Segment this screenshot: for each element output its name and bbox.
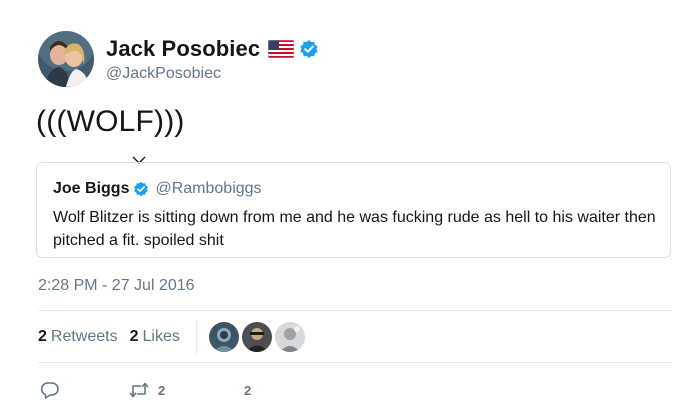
reply-icon <box>40 380 60 400</box>
likes-count: 2 <box>129 328 139 345</box>
author-handle[interactable]: @JackPosobiec <box>106 65 319 83</box>
like-count: 2 <box>244 382 252 398</box>
tweet-text-content: (((WOLF))) <box>36 105 185 138</box>
tweet-stats: 2 Retweets 2 Likes <box>38 320 308 354</box>
tweet-timestamp[interactable]: 2:28 PM - 27 Jul 2016 <box>38 277 195 295</box>
liker-avatar[interactable] <box>208 322 239 352</box>
reply-button[interactable] <box>40 380 128 400</box>
tweet-header: Jack Posobiec @JackPosobiec <box>38 30 319 88</box>
retweet-count: 2 <box>158 382 166 398</box>
like-button[interactable]: 2 <box>244 380 251 400</box>
quoted-tweet[interactable]: Joe Biggs @Rambobiggs Wolf Blitzer is si… <box>36 162 671 258</box>
stats-separator <box>195 320 197 354</box>
tweet-actions: 2 2 <box>40 378 251 402</box>
retweets-count: 2 <box>38 328 47 345</box>
author-display-name[interactable]: Jack Posobiec <box>106 36 260 62</box>
retweets-stat[interactable]: 2 Retweets <box>38 328 118 346</box>
quoted-author-display-name: Joe Biggs <box>53 180 130 197</box>
author-avatar[interactable] <box>38 31 94 87</box>
quoted-tweet-header: Joe Biggs @Rambobiggs <box>53 179 262 199</box>
retweet-button[interactable]: 2 <box>128 380 244 400</box>
quoted-author-handle: @Rambobiggs <box>155 180 262 197</box>
retweet-icon <box>128 380 150 400</box>
liker-avatar[interactable] <box>274 322 305 352</box>
divider-top <box>38 310 672 311</box>
retweets-label: Retweets <box>50 328 118 345</box>
liker-avatars <box>208 322 308 352</box>
divider-bottom <box>38 362 672 363</box>
likes-label: Likes <box>142 328 180 345</box>
verified-badge-icon <box>133 181 149 197</box>
verified-badge-icon <box>299 39 319 59</box>
chevron-down-icon <box>132 139 146 164</box>
tweet-text: (((WOLF))) <box>36 105 185 164</box>
liker-avatar[interactable] <box>241 322 272 352</box>
quoted-tweet-text: Wolf Blitzer is sitting down from me and… <box>53 209 656 249</box>
likes-stat[interactable]: 2 Likes <box>130 328 180 346</box>
us-flag-icon <box>267 39 295 59</box>
author-names: Jack Posobiec @JackPosobiec <box>106 35 319 83</box>
